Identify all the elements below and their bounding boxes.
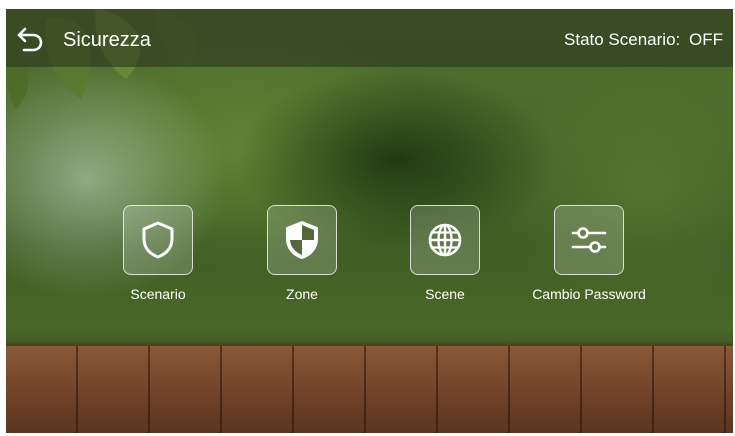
- tile-scenario[interactable]: Scenario: [88, 205, 228, 303]
- screen: Sicurezza Stato Scenario: OFF Scenario Z…: [6, 9, 733, 433]
- tile-scenario-box[interactable]: [123, 205, 193, 275]
- shield-checkered-icon: [286, 221, 318, 259]
- tile-scene[interactable]: Scene: [375, 205, 515, 303]
- tile-cambio-password-box[interactable]: [554, 205, 624, 275]
- status-value: OFF: [689, 30, 723, 49]
- tile-scene-box[interactable]: [410, 205, 480, 275]
- back-arrow-icon: [17, 27, 43, 52]
- header-bar: Sicurezza Stato Scenario: OFF: [6, 9, 733, 67]
- tile-cambio-password[interactable]: Cambio Password: [519, 205, 659, 303]
- tile-cambio-password-label: Cambio Password: [532, 286, 646, 302]
- shield-outline-icon: [142, 221, 174, 259]
- tile-scenario-label: Scenario: [130, 286, 186, 302]
- tile-zone-label: Zone: [286, 286, 318, 302]
- scenario-status: Stato Scenario: OFF: [564, 29, 723, 51]
- tile-zone[interactable]: Zone: [232, 205, 372, 303]
- back-button[interactable]: [16, 25, 46, 53]
- status-label: Stato Scenario:: [564, 30, 681, 49]
- sliders-icon: [571, 227, 607, 253]
- tile-scene-label: Scene: [425, 286, 465, 302]
- globe-icon: [428, 223, 462, 257]
- tile-zone-box[interactable]: [267, 205, 337, 275]
- page-title: Sicurezza: [63, 29, 151, 51]
- wooden-floor: [6, 346, 733, 433]
